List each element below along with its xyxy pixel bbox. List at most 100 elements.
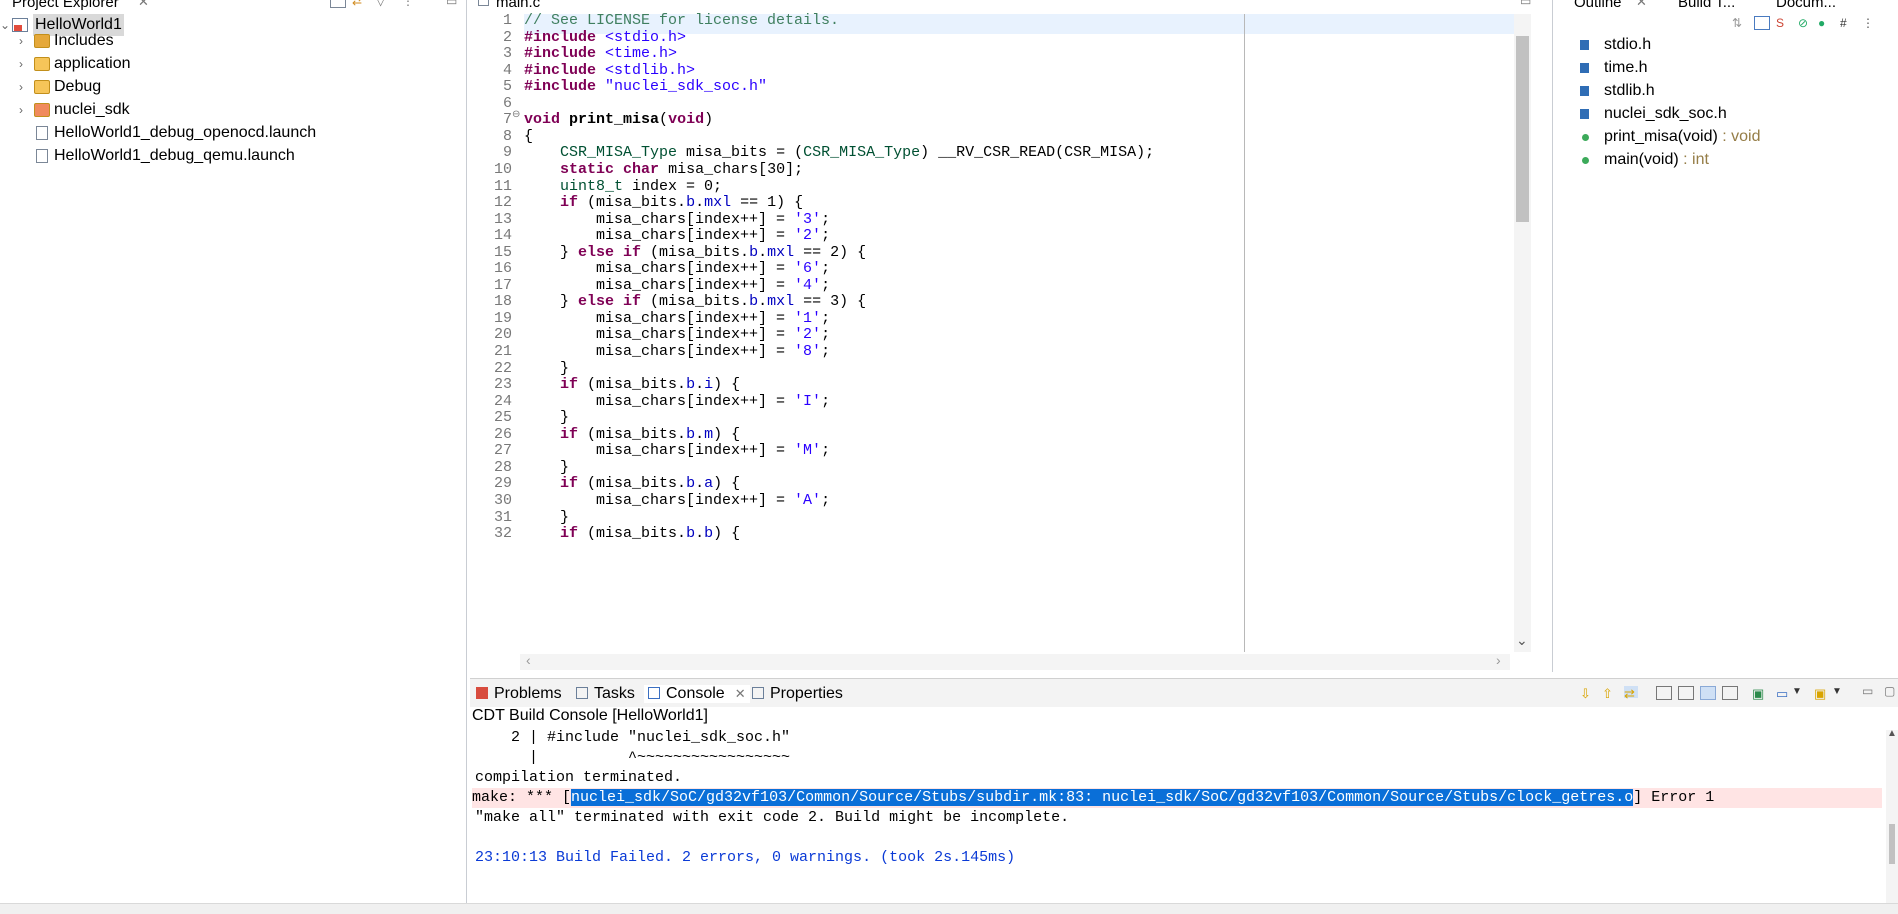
hide-inactive-icon[interactable]: ● (1818, 16, 1832, 30)
code-token: (misa_bits. (578, 525, 687, 543)
outline-item-label: print_misa(void) : void (1604, 127, 1761, 145)
code-token: #include (524, 78, 597, 96)
return-type: : int (1678, 150, 1709, 168)
function-icon (1582, 156, 1589, 164)
view-menu-icon[interactable]: ⋮ (402, 0, 416, 8)
scroll-up-icon[interactable]: ▲ (1887, 728, 1897, 739)
code-token: ; (821, 260, 831, 278)
code-token: misa_chars[index++] = (524, 343, 795, 360)
link-icon[interactable]: ⇄ (1624, 686, 1638, 701)
minimize-icon[interactable]: ▭ (1520, 0, 1531, 8)
code-token: ; (821, 276, 831, 294)
outline-toolbar: ⇅ S ⊘ ● # ⋮ (1720, 16, 1896, 32)
scroll-down-icon[interactable]: ⌄ (1516, 632, 1528, 649)
code-token: else if (578, 243, 642, 261)
chevron-down-icon[interactable]: ⌄ (0, 14, 10, 36)
collapse-all-icon[interactable] (330, 0, 346, 8)
tab-problems[interactable]: Problems (476, 685, 562, 703)
editor-scroll-thumb[interactable] (1516, 36, 1529, 222)
chevron-right-icon[interactable]: › (16, 99, 26, 121)
open-console-icon[interactable] (1656, 686, 1672, 700)
chevron-right-icon[interactable]: › (16, 30, 26, 52)
code-token: print_misa (569, 111, 660, 129)
console-scroll-thumb[interactable] (1889, 824, 1895, 864)
maximize-icon[interactable]: ▢ (1884, 684, 1898, 698)
code-token: (misa_bits. (641, 293, 750, 311)
code-token: (misa_bits. (641, 243, 750, 261)
scroll-right-icon[interactable]: › (1496, 652, 1501, 668)
project-explorer-tab[interactable]: Project Explorer ✕ ⇄ ▽ ⋮ ▭ (0, 0, 466, 13)
properties-icon (752, 687, 764, 699)
chevron-right-icon[interactable]: › (16, 76, 26, 98)
tab-console[interactable]: Console ✕ (644, 685, 750, 703)
dropdown-icon[interactable]: ▼ (1832, 686, 1846, 698)
console-line[interactable]: compilation terminated. (475, 768, 682, 788)
close-icon[interactable]: ✕ (1636, 0, 1647, 10)
code-token: <time.h> (605, 45, 678, 63)
code-token: . (758, 243, 768, 261)
hide-non-public-icon[interactable]: ⊘ (1798, 16, 1812, 30)
group-includes-icon[interactable]: # (1840, 16, 1854, 30)
clear-console-icon[interactable] (1722, 686, 1738, 700)
code-text: misa_chars[index++] = 'A'; (524, 491, 830, 511)
code-text: if (misa_bits.b.b) { (524, 524, 740, 544)
console-line[interactable]: make: *** [nuclei_sdk/SoC/gd32vf103/Comm… (472, 788, 1882, 808)
console-line[interactable]: | ^~~~~~~~~~~~~~~~~~ (475, 748, 790, 768)
fold-icon[interactable]: ⊖ (512, 106, 520, 126)
tab-documentation[interactable]: Docum... (1776, 0, 1836, 11)
display-console-icon[interactable]: ▭ (1776, 686, 1790, 701)
scroll-lock-icon[interactable] (1700, 686, 1716, 700)
tab-properties[interactable]: Properties (752, 685, 843, 703)
code-token: } (524, 508, 570, 526)
chevron-right-icon[interactable]: › (16, 53, 26, 75)
tab-build-targets[interactable]: Build T... (1678, 0, 1735, 11)
editor-horizontal-scrollbar[interactable]: ‹ › (520, 652, 1510, 670)
filter-icon[interactable]: ▽ (376, 0, 390, 8)
code-token: ; (821, 210, 831, 228)
pin-console-icon[interactable]: ▣ (1752, 686, 1766, 701)
code-token: i (704, 376, 714, 394)
console-line[interactable]: "make all" terminated with exit code 2. … (475, 808, 1069, 828)
close-icon[interactable]: ✕ (735, 686, 746, 701)
code-token: misa_chars[index++] = (524, 210, 795, 228)
console-text: 2 | #include "nuclei_sdk_soc.h" (475, 729, 791, 746)
tab-outline[interactable]: Outline (1574, 0, 1622, 11)
console-line[interactable]: 23:10:13 Build Failed. 2 errors, 0 warni… (475, 848, 1015, 868)
selected-text[interactable]: nuclei_sdk/SoC/gd32vf103/Common/Source/S… (571, 789, 1634, 806)
code-token: '2' (794, 326, 822, 344)
code-token: mxl (767, 293, 795, 311)
code-token: misa_chars[index++] = (524, 260, 795, 278)
link-with-editor-icon[interactable]: ⇄ (352, 0, 366, 8)
hide-fields-icon[interactable] (1754, 16, 1770, 30)
minimize-icon[interactable]: ▭ (1862, 684, 1876, 698)
code-token: (misa_bits. (578, 194, 687, 212)
hide-static-icon[interactable]: S (1776, 16, 1790, 30)
tab-tasks[interactable]: Tasks (576, 685, 635, 703)
console-scrollbar[interactable]: ▲ (1886, 728, 1898, 905)
display-selected-console-icon[interactable] (1678, 686, 1694, 700)
code-token: if (560, 425, 579, 443)
close-icon[interactable]: ✕ (138, 0, 149, 10)
new-console-icon[interactable]: ▣ (1814, 686, 1828, 701)
scroll-left-icon[interactable]: ‹ (526, 652, 531, 668)
minimize-icon[interactable]: ▭ (446, 0, 460, 8)
dropdown-icon[interactable]: ▼ (1792, 686, 1806, 698)
code-text: misa_chars[index++] = '8'; (524, 342, 830, 362)
code-token: ( (659, 111, 669, 129)
view-menu-icon[interactable]: ⋮ (1862, 16, 1876, 30)
sort-icon[interactable]: ⇅ (1732, 16, 1746, 30)
previous-annotation-icon[interactable]: ⇧ (1602, 686, 1616, 701)
console-line[interactable]: 2 | #include "nuclei_sdk_soc.h" (475, 728, 790, 748)
function-icon (1582, 133, 1589, 141)
code-token: if (560, 194, 579, 212)
code-token: == 3) { (794, 293, 867, 311)
code-token: '1' (794, 309, 822, 327)
code-token: ; (821, 326, 831, 344)
code-token: m (704, 425, 714, 443)
code-token: ) { (713, 525, 741, 543)
code-token: . (695, 525, 705, 543)
code-token: #include (524, 61, 597, 79)
next-annotation-icon[interactable]: ⇩ (1580, 686, 1594, 701)
code-token: '6' (794, 260, 822, 278)
